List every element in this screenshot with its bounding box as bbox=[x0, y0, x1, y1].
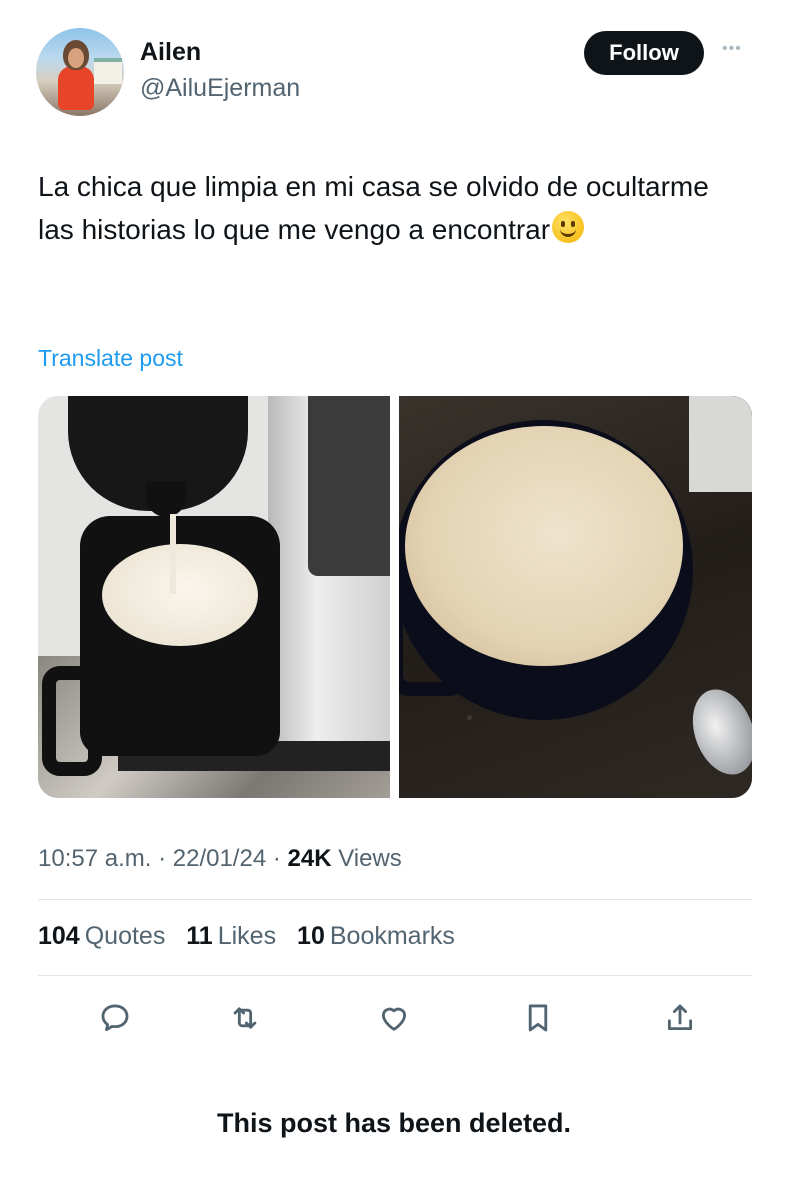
post-media[interactable] bbox=[38, 396, 752, 798]
avatar-figure bbox=[58, 66, 94, 110]
share-icon bbox=[667, 1004, 693, 1031]
follow-button[interactable]: Follow bbox=[584, 31, 704, 75]
author-name[interactable]: Ailen bbox=[140, 38, 201, 67]
like-button[interactable] bbox=[374, 996, 414, 1040]
post-text: La chica que limpia en mi casa se olvido… bbox=[38, 165, 728, 251]
reply-icon bbox=[101, 1004, 129, 1032]
avatar-background-building bbox=[94, 58, 122, 84]
deleted-notice: This post has been deleted. bbox=[216, 1108, 572, 1138]
translate-post-link[interactable]: Translate post bbox=[38, 345, 183, 372]
stat-likes[interactable]: 11 Likes bbox=[186, 922, 276, 950]
stat-bookmarks[interactable]: 10 Bookmarks bbox=[297, 922, 455, 950]
milk-foam bbox=[405, 426, 683, 666]
views-count: 24K bbox=[287, 845, 332, 872]
reply-button[interactable] bbox=[95, 996, 135, 1040]
stat-quotes[interactable]: 104 Quotes bbox=[38, 922, 165, 950]
avatar[interactable] bbox=[36, 28, 124, 116]
post-body: La chica que limpia en mi casa se olvido… bbox=[38, 171, 709, 245]
divider bbox=[38, 975, 752, 976]
divider bbox=[38, 899, 752, 900]
milk-stream bbox=[170, 514, 176, 594]
milk-foam bbox=[102, 544, 258, 646]
action-bar bbox=[0, 996, 788, 1040]
avatar-face bbox=[68, 48, 84, 68]
repost-button[interactable] bbox=[225, 996, 265, 1040]
share-button[interactable] bbox=[660, 996, 700, 1040]
bookmark-button[interactable] bbox=[518, 996, 558, 1040]
more-dots-icon[interactable]: ••• bbox=[722, 40, 742, 58]
media-photo-2[interactable] bbox=[399, 396, 752, 798]
post-meta: 10:57 a.m. · 22/01/24 · 24K Views bbox=[38, 845, 402, 872]
post-time[interactable]: 10:57 a.m. bbox=[38, 845, 151, 872]
media-photo-1[interactable] bbox=[38, 396, 390, 798]
bookmark-icon bbox=[528, 1004, 548, 1032]
smiley-emoji-icon bbox=[552, 211, 585, 243]
post-date[interactable]: 22/01/24 bbox=[173, 845, 266, 872]
views-label: Views bbox=[338, 845, 402, 872]
repost-icon bbox=[233, 1007, 257, 1029]
engagement-stats: 104 Quotes 11 Likes 10 Bookmarks bbox=[38, 922, 469, 951]
heart-icon bbox=[381, 1007, 407, 1031]
author-handle[interactable]: @AiluEjerman bbox=[140, 74, 300, 103]
